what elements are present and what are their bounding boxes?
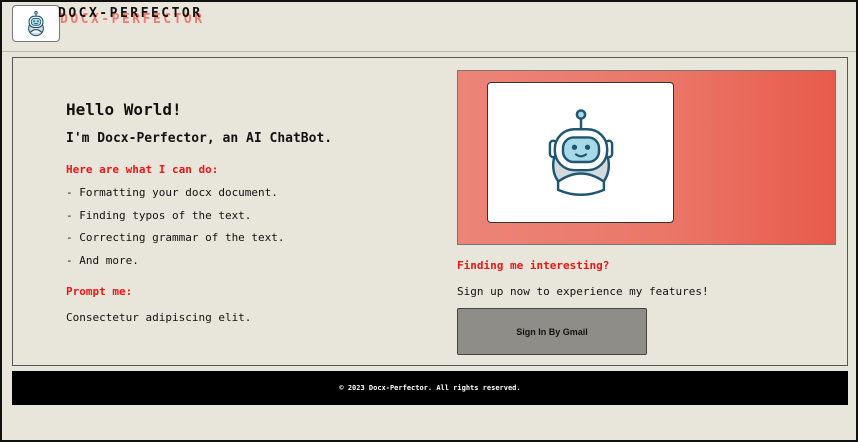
- prompt-label: Prompt me:: [66, 285, 133, 298]
- sign-in-gmail-button[interactable]: Sign In By Gmail: [457, 308, 647, 355]
- header: DOCX-PERFECTOR DOCX-PERFECTOR: [2, 2, 856, 52]
- intro-section: Hello World! I'm Docx-Perfector, an AI C…: [66, 58, 436, 365]
- feature-item: - Formatting your docx document.: [66, 186, 278, 199]
- robot-icon: [28, 10, 44, 36]
- hero-image-card: [487, 82, 674, 223]
- feature-list: - Formatting your docx document. - Findi…: [66, 186, 285, 277]
- app-window: DOCX-PERFECTOR DOCX-PERFECTOR Hello Worl…: [0, 0, 858, 442]
- intro-heading: I'm Docx-Perfector, an AI ChatBot.: [66, 131, 333, 146]
- interest-heading: Finding me interesting?: [457, 259, 610, 272]
- robot-icon: [548, 108, 613, 196]
- feature-item: - And more.: [66, 254, 139, 268]
- brand-title-text: DOCX-PERFECTOR: [58, 6, 203, 21]
- hello-heading: Hello World!: [66, 100, 182, 119]
- copyright-text: © 2023 Docx-Perfector. All rights reserv…: [339, 384, 521, 392]
- signup-text: Sign up now to experience my features!: [457, 285, 709, 298]
- logo[interactable]: [12, 5, 60, 42]
- hero-banner: [457, 70, 836, 245]
- brand-title[interactable]: DOCX-PERFECTOR DOCX-PERFECTOR: [58, 7, 203, 31]
- feature-item: - Finding typos of the text.: [66, 208, 252, 222]
- prompt-text: Consectetur adipiscing elit.: [66, 311, 252, 324]
- feature-item: - Correcting grammar of the text.: [66, 231, 285, 245]
- main-panel: Hello World! I'm Docx-Perfector, an AI C…: [12, 57, 848, 366]
- capabilities-label: Here are what I can do:: [66, 163, 219, 176]
- footer: © 2023 Docx-Perfector. All rights reserv…: [12, 371, 848, 405]
